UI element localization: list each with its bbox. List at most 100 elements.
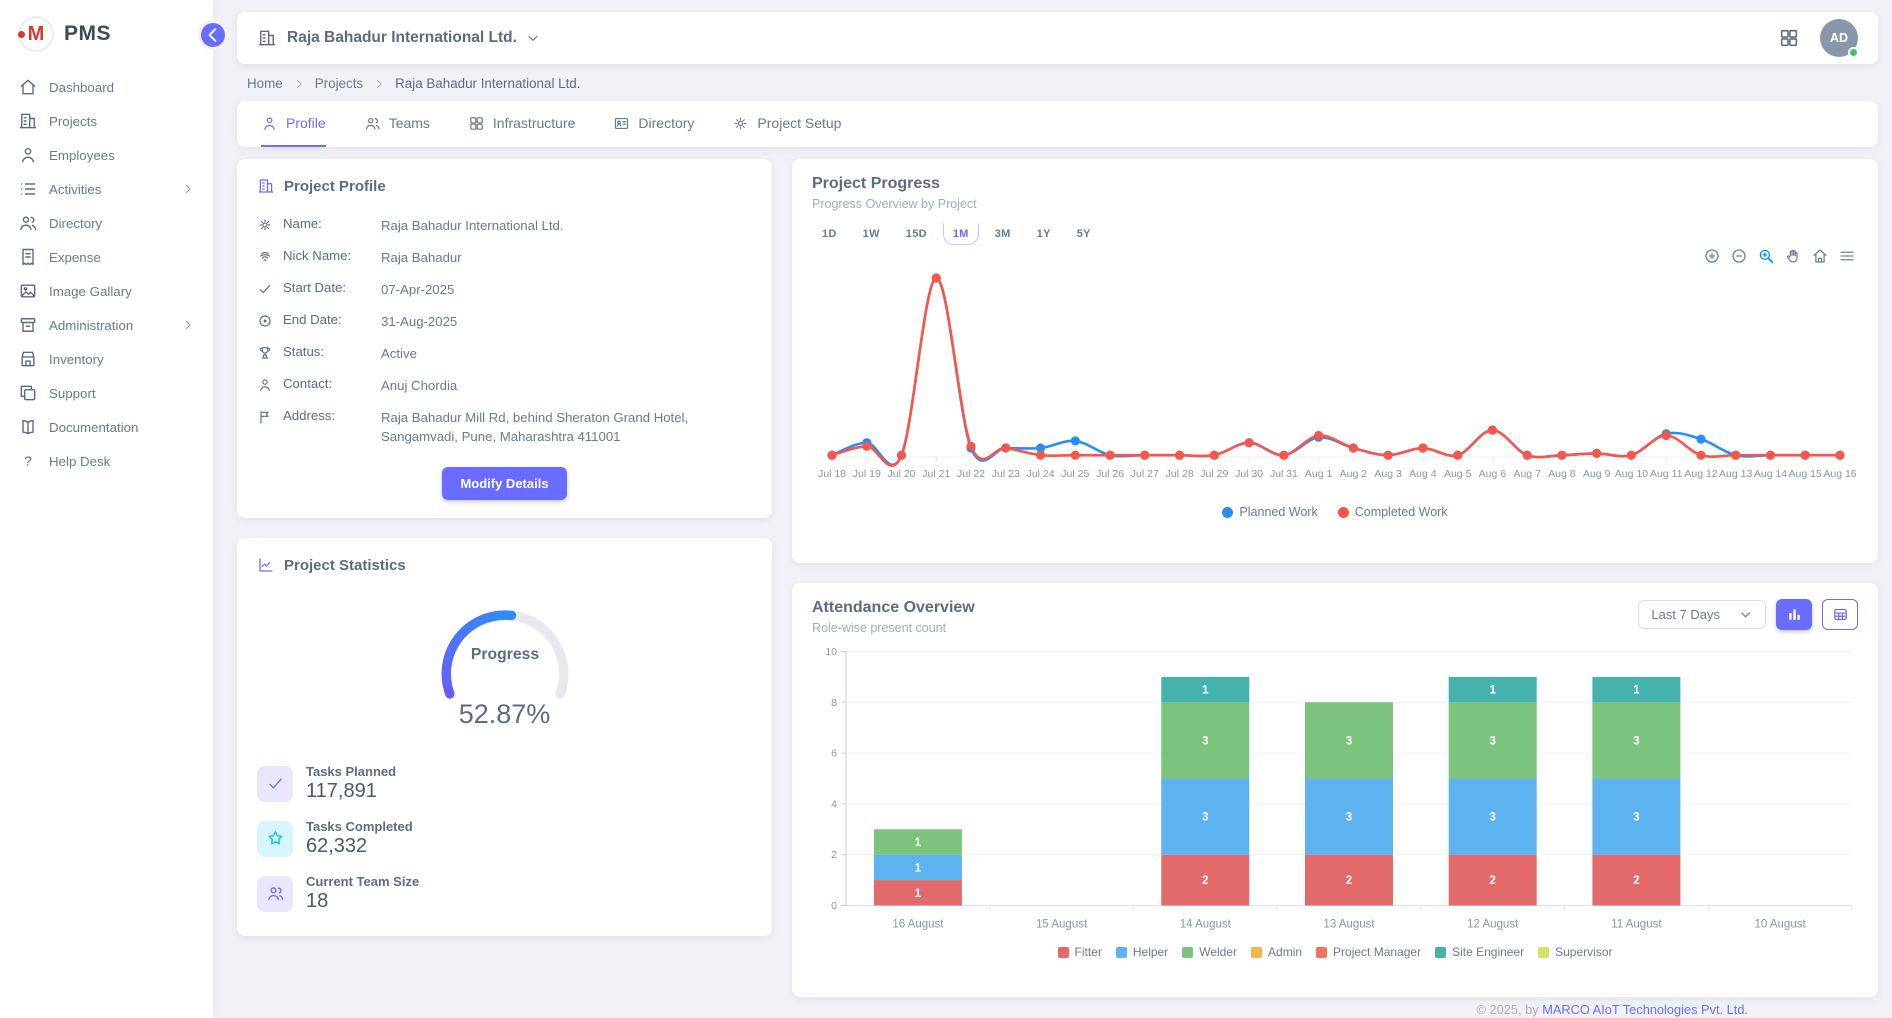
chevron-down-icon: [1738, 607, 1753, 622]
field-value: Active: [381, 344, 752, 363]
apps-grid-icon[interactable]: [1778, 27, 1800, 49]
svg-text:Jul 22: Jul 22: [957, 468, 985, 480]
chart-zoom-in-icon[interactable]: [1703, 247, 1721, 265]
attendance-chart[interactable]: 024681016 August11115 August14 August233…: [812, 643, 1858, 941]
svg-text:Aug 12: Aug 12: [1684, 468, 1717, 480]
users-icon: [18, 213, 38, 233]
building-icon: [18, 111, 38, 131]
legend-item-welder[interactable]: Welder: [1182, 945, 1237, 959]
sidebar-item-employees[interactable]: Employees: [0, 138, 213, 172]
footer-company-link[interactable]: MARCO AIoT Technologies Pvt. Ltd.: [1542, 1002, 1748, 1017]
svg-text:Jul 26: Jul 26: [1096, 468, 1124, 480]
legend-item-admin[interactable]: Admin: [1251, 945, 1302, 959]
sidebar: M PMS DashboardProjectsEmployeesActiviti…: [0, 0, 213, 1018]
range-button-3m[interactable]: 3M: [985, 223, 1021, 245]
image-icon: [18, 281, 38, 301]
tab-directory[interactable]: Directory: [613, 101, 694, 147]
legend-marker: [1538, 947, 1549, 958]
sidebar-item-label: Expense: [49, 250, 101, 265]
svg-text:2: 2: [1346, 875, 1352, 887]
grid-icon: [468, 115, 485, 132]
bar-view-button[interactable]: [1776, 599, 1812, 630]
trophy-icon: [257, 345, 273, 361]
attendance-overview-card: Attendance Overview Role-wise present co…: [792, 583, 1878, 997]
attendance-range-select[interactable]: Last 7 Days: [1638, 600, 1766, 629]
svg-text:16 August: 16 August: [892, 919, 944, 931]
breadcrumb-item[interactable]: Home: [247, 76, 283, 91]
svg-text:Aug 2: Aug 2: [1340, 468, 1368, 480]
sidebar-item-administration[interactable]: Administration: [0, 308, 213, 342]
range-button-1d[interactable]: 1D: [812, 223, 847, 245]
legend-item-fitter[interactable]: Fitter: [1058, 945, 1102, 959]
tab-teams[interactable]: Teams: [364, 101, 430, 147]
legend-label: Fitter: [1075, 945, 1102, 959]
chart-home-icon[interactable]: [1811, 247, 1829, 265]
field-value: Anuj Chordia: [381, 376, 752, 395]
profile-field-row: Name:Raja Bahadur International Ltd.: [257, 209, 752, 241]
svg-text:Aug 16: Aug 16: [1823, 468, 1856, 480]
tab-infrastructure[interactable]: Infrastructure: [468, 101, 575, 147]
chart-toolbar: [1703, 247, 1856, 265]
chart-pan-icon[interactable]: [1784, 247, 1802, 265]
table-view-button[interactable]: [1822, 599, 1858, 630]
tab-project-setup[interactable]: Project Setup: [732, 101, 841, 147]
range-button-15d[interactable]: 15D: [896, 223, 937, 245]
sidebar-collapse-button[interactable]: [201, 23, 225, 47]
profile-field-row: Address:Raja Bahadur Mill Rd, behind She…: [257, 402, 752, 453]
legend-label: Welder: [1199, 945, 1237, 959]
project-progress-subtitle: Progress Overview by Project: [812, 197, 1858, 211]
pms-logo-icon: M: [18, 16, 54, 52]
online-status-dot: [1848, 47, 1859, 58]
range-button-1w[interactable]: 1W: [853, 223, 890, 245]
legend-item-completed-work[interactable]: Completed Work: [1338, 505, 1448, 519]
sidebar-item-expense[interactable]: Expense: [0, 240, 213, 274]
profile-field-row: End Date:31-Aug-2025: [257, 305, 752, 337]
field-label: Start Date:: [283, 280, 381, 295]
sidebar-item-documentation[interactable]: Documentation: [0, 410, 213, 444]
sidebar-item-support[interactable]: Support: [0, 376, 213, 410]
chevron-down-icon[interactable]: [525, 30, 541, 46]
range-button-1y[interactable]: 1Y: [1027, 223, 1061, 245]
chart-zoom-out-icon[interactable]: [1730, 247, 1748, 265]
range-button-1m[interactable]: 1M: [943, 223, 979, 245]
line-chart-legend: Planned Work Completed Work: [812, 505, 1858, 519]
legend-label: Planned Work: [1239, 505, 1317, 519]
svg-text:Progress: Progress: [470, 646, 538, 663]
chart-menu-icon[interactable]: [1838, 247, 1856, 265]
help-icon: ?: [18, 451, 38, 471]
sidebar-item-directory[interactable]: Directory: [0, 206, 213, 240]
legend-item-helper[interactable]: Helper: [1116, 945, 1168, 959]
idcard-icon: [613, 115, 630, 132]
sidebar-item-image-gallary[interactable]: Image Gallary: [0, 274, 213, 308]
sidebar-item-help-desk[interactable]: ?Help Desk: [0, 444, 213, 478]
project-progress-chart[interactable]: Jul 18Jul 19Jul 20Jul 21Jul 22Jul 23Jul …: [812, 249, 1858, 501]
profile-field-row: Status:Active: [257, 338, 752, 370]
field-value: Raja Bahadur International Ltd.: [381, 216, 752, 235]
attendance-title: Attendance Overview: [812, 599, 975, 617]
sidebar-item-projects[interactable]: Projects: [0, 104, 213, 138]
tab-profile[interactable]: Profile: [261, 101, 326, 147]
legend-item-planned-work[interactable]: Planned Work: [1222, 505, 1317, 519]
sidebar-item-dashboard[interactable]: Dashboard: [0, 70, 213, 104]
range-button-5y[interactable]: 5Y: [1067, 223, 1101, 245]
avatar[interactable]: AD: [1820, 19, 1858, 57]
legend-item-project-manager[interactable]: Project Manager: [1316, 945, 1421, 959]
sidebar-item-label: Directory: [49, 216, 102, 231]
legend-item-supervisor[interactable]: Supervisor: [1538, 945, 1612, 959]
modify-details-button[interactable]: Modify Details: [442, 467, 566, 500]
stat-row-tasks-completed: Tasks Completed62,332: [257, 819, 752, 858]
sidebar-item-inventory[interactable]: Inventory: [0, 342, 213, 376]
svg-text:Aug 1: Aug 1: [1305, 468, 1333, 480]
legend-item-site-engineer[interactable]: Site Engineer: [1435, 945, 1524, 959]
company-selector-label[interactable]: Raja Bahadur International Ltd.: [287, 29, 517, 47]
stat-label: Tasks Completed: [306, 819, 413, 834]
footer: © 2025, by MARCO AIoT Technologies Pvt. …: [237, 997, 1878, 1017]
stat-value: 62,332: [306, 835, 413, 858]
breadcrumb-item[interactable]: Projects: [315, 76, 363, 91]
legend-label: Site Engineer: [1452, 945, 1524, 959]
sidebar-item-activities[interactable]: Activities: [0, 172, 213, 206]
profile-field-row: Contact:Anuj Chordia: [257, 370, 752, 402]
svg-text:11 August: 11 August: [1611, 919, 1662, 931]
legend-marker: [1251, 947, 1262, 958]
chart-magnifier-icon[interactable]: [1757, 247, 1775, 265]
